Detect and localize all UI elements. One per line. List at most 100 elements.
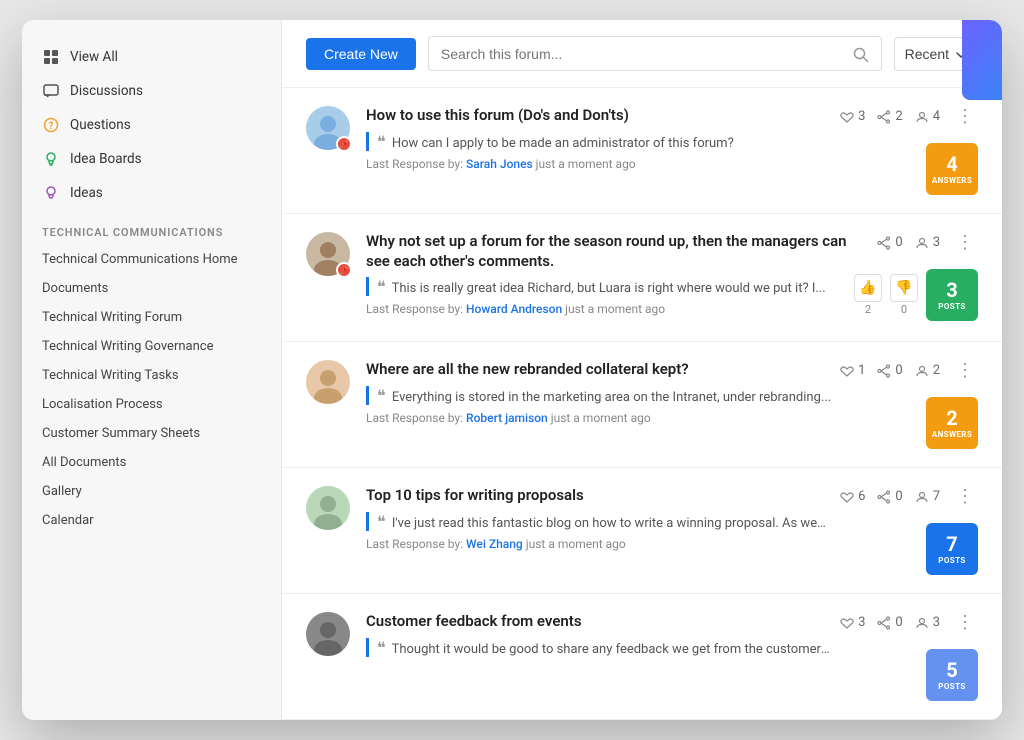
shares-count-4: 0 [877,489,902,504]
likes-count-1: 3 [840,109,865,124]
answer-badge-2: 3 POSTS [926,269,978,321]
sidebar-item-idea-boards[interactable]: Idea Boards [22,142,281,176]
responder-link-4[interactable]: Wei Zhang [466,537,523,551]
up-vote-icon-2[interactable]: 👍 [854,274,882,302]
last-response-1: Last Response by: Sarah Jones just a mom… [366,157,840,171]
svg-text:?: ? [49,121,54,132]
forum-right-2: 0 3 ⋮ 👍 2 [854,232,978,323]
sidebar-item-tech-writing-governance[interactable]: Technical Writing Governance [22,332,281,361]
idea-icon [42,184,60,202]
more-btn-1[interactable]: ⋮ [952,106,978,127]
post-title-5[interactable]: Customer feedback from events [366,612,840,632]
forum-meta-5: 3 0 3 ⋮ [840,612,978,633]
shares-count-2: 0 [877,235,902,250]
pin-badge-2: 📌 [336,262,352,278]
question-icon: ? [42,116,60,134]
quote-mark: ❝ [377,132,386,151]
tech-writing-governance-label: Technical Writing Governance [42,339,214,354]
sidebar-item-documents[interactable]: Documents [22,274,281,303]
search-input[interactable] [441,46,845,62]
forum-right-1: 3 2 4 ⋮ [840,106,978,195]
sidebar-item-calendar[interactable]: Calendar [22,506,281,535]
post-preview-2: ❝ This is really great idea Richard, but… [366,277,854,296]
search-icon [853,44,869,63]
last-response-4: Last Response by: Wei Zhang just a momen… [366,537,840,551]
sidebar: View All Discussions ? Questions [22,20,282,720]
sidebar-item-customer-summary-sheets[interactable]: Customer Summary Sheets [22,419,281,448]
quote-mark: ❝ [377,512,386,531]
sidebar-item-tech-writing-tasks[interactable]: Technical Writing Tasks [22,361,281,390]
sidebar-item-tech-writing-forum[interactable]: Technical Writing Forum [22,303,281,332]
members-count-4: 7 [915,489,940,504]
idea-boards-label: Idea Boards [70,151,142,167]
customer-summary-sheets-label: Customer Summary Sheets [42,426,200,441]
deco-tab [962,20,1002,100]
sidebar-item-view-all[interactable]: View All [22,40,281,74]
avatar-wrap-3 [306,360,350,404]
sidebar-item-gallery[interactable]: Gallery [22,477,281,506]
forum-right-5: 3 0 3 ⋮ [840,612,978,701]
post-title-2[interactable]: Why not set up a forum for the season ro… [366,232,854,271]
all-documents-label: All Documents [42,455,126,470]
localisation-process-label: Localisation Process [42,397,163,412]
ideas-label: Ideas [70,185,103,201]
grid-icon [42,48,60,66]
members-count-3: 2 [915,363,940,378]
post-preview-1: ❝ How can I apply to be made an administ… [366,132,840,151]
forum-body-5: Customer feedback from events ❝ Thought … [366,612,978,701]
down-vote-2: 👎 0 [890,274,918,316]
responder-link-3[interactable]: Robert jamison [466,411,548,425]
forum-body-1: How to use this forum (Do's and Don'ts) … [366,106,978,195]
forum-meta-2: 0 3 ⋮ [877,232,978,253]
forum-post-2: 📌 Why not set up a forum for the season … [282,214,1002,342]
quote-mark: ❝ [377,277,386,296]
sidebar-item-localisation-process[interactable]: Localisation Process [22,390,281,419]
sidebar-item-tech-comm-home[interactable]: Technical Communications Home [22,245,281,274]
sidebar-item-discussions[interactable]: Discussions [22,74,281,108]
sidebar-item-all-documents[interactable]: All Documents [22,448,281,477]
more-btn-3[interactable]: ⋮ [952,360,978,381]
post-title-3[interactable]: Where are all the new rebranded collater… [366,360,840,380]
forum-list: 📌 How to use this forum (Do's and Don'ts… [282,88,1002,720]
avatar-wrap-5 [306,612,350,656]
quote-mark: ❝ [377,638,386,657]
responder-link-2[interactable]: Howard Andreson [466,302,562,316]
likes-count-5: 3 [840,615,865,630]
create-new-button[interactable]: Create New [306,38,416,70]
down-vote-icon-2[interactable]: 👎 [890,274,918,302]
answer-badge-3: 2 ANSWERS [926,397,978,449]
forum-right-4: 6 0 7 ⋮ [840,486,978,575]
forum-body-2: Why not set up a forum for the season ro… [366,232,978,323]
answer-badge-1: 4 ANSWERS [926,143,978,195]
documents-label: Documents [42,281,108,296]
post-title-4[interactable]: Top 10 tips for writing proposals [366,486,840,506]
up-vote-2: 👍 2 [854,274,882,316]
forum-body-4: Top 10 tips for writing proposals ❝ I've… [366,486,978,575]
shares-count-5: 0 [877,615,902,630]
forum-right-3: 1 0 2 ⋮ [840,360,978,449]
sort-label: Recent [905,46,949,62]
forum-meta-1: 3 2 4 ⋮ [840,106,978,127]
post-preview-5: ❝ Thought it would be good to share any … [366,638,840,657]
vote-row-2: 👍 2 👎 0 3 POSTS [854,269,978,321]
avatar-wrap-4 [306,486,350,530]
forum-body-3: Where are all the new rebranded collater… [366,360,978,449]
forum-header: Create New Recent [282,20,1002,88]
calendar-label: Calendar [42,513,94,528]
post-title-1[interactable]: How to use this forum (Do's and Don'ts) [366,106,840,126]
more-btn-5[interactable]: ⋮ [952,612,978,633]
sidebar-item-ideas[interactable]: Ideas [22,176,281,210]
tech-writing-forum-label: Technical Writing Forum [42,310,182,325]
more-btn-4[interactable]: ⋮ [952,486,978,507]
shares-count-3: 0 [877,363,902,378]
tech-comm-home-label: Technical Communications Home [42,252,238,267]
lightbulb-icon [42,150,60,168]
chat-icon [42,82,60,100]
pin-badge-1: 📌 [336,136,352,152]
forum-post-1: 📌 How to use this forum (Do's and Don'ts… [282,88,1002,214]
questions-label: Questions [70,117,131,133]
sidebar-item-questions[interactable]: ? Questions [22,108,281,142]
responder-link-1[interactable]: Sarah Jones [466,157,533,171]
more-btn-2[interactable]: ⋮ [952,232,978,253]
forum-meta-3: 1 0 2 ⋮ [840,360,978,381]
